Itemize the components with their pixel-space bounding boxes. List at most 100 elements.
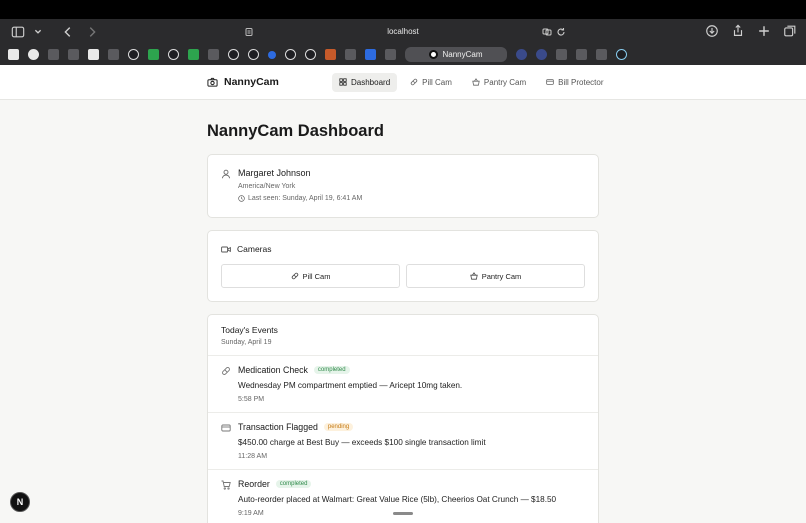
events-heading: Today's Events: [221, 325, 278, 335]
tab-favicon[interactable]: [516, 49, 527, 60]
tab-favicon[interactable]: [208, 49, 219, 60]
toolbar-right-buttons: [704, 23, 798, 39]
pantry-cam-button[interactable]: Pantry Cam: [406, 264, 585, 288]
cart-icon: [221, 480, 231, 490]
clock-icon: [238, 195, 245, 202]
nav-label: Pill Cam: [422, 77, 452, 87]
credit-card-icon: [546, 79, 554, 85]
status-badge: completed: [313, 366, 350, 374]
user-icon: [222, 169, 230, 179]
back-arrow-icon[interactable]: [60, 24, 76, 40]
event-item: Reorder completed Auto-reorder placed at…: [208, 470, 598, 523]
screen-top-bar: [0, 0, 806, 19]
brand-name: NannyCam: [224, 76, 279, 88]
tab-favicon[interactable]: [576, 49, 587, 60]
tab-favicon[interactable]: [128, 49, 139, 60]
nav-bill-protector[interactable]: Bill Protector: [539, 73, 610, 92]
tab-favicon[interactable]: [108, 49, 119, 60]
tab-favicon[interactable]: [188, 49, 199, 60]
nav-label: Dashboard: [351, 77, 391, 87]
nav-dashboard[interactable]: Dashboard: [332, 72, 398, 92]
last-seen: Last seen: Sunday, April 19, 6:41 AM: [238, 195, 362, 202]
github-icon[interactable]: [228, 49, 239, 60]
new-tab-icon[interactable]: [756, 23, 772, 39]
nextjs-dev-button[interactable]: N: [10, 492, 30, 512]
event-item: Medication Check completed Wednesday PM …: [208, 356, 598, 413]
basket-icon: [472, 78, 480, 86]
events-header: Today's Events Sunday, April 19: [208, 315, 598, 356]
pill-icon: [410, 78, 418, 86]
address-bar[interactable]: localhost: [240, 22, 566, 41]
tab-favicon[interactable]: [268, 50, 276, 59]
translate-icon[interactable]: [542, 27, 552, 37]
sidebar-toggle-icon[interactable]: [10, 24, 26, 40]
events-card: Today's Events Sunday, April 19 Medicati…: [207, 314, 599, 523]
event-description: $450.00 charge at Best Buy — exceeds $10…: [238, 438, 486, 447]
github-icon[interactable]: [285, 49, 296, 60]
page-title: NannyCam Dashboard: [207, 122, 384, 140]
tab-favicon[interactable]: [556, 49, 567, 60]
tab-favicon[interactable]: [616, 49, 627, 60]
tab-favicon[interactable]: [8, 49, 19, 60]
tab-favicon[interactable]: [536, 49, 547, 60]
patient-name: Margaret Johnson: [238, 168, 311, 178]
tab-favicon[interactable]: [148, 49, 159, 60]
github-icon[interactable]: [305, 49, 316, 60]
browser-toolbar: localhost: [0, 19, 806, 44]
credit-card-icon: [221, 424, 231, 432]
pill-cam-label: Pill Cam: [302, 271, 331, 281]
event-title: Medication Check: [238, 365, 308, 375]
scroll-indicator: [393, 512, 413, 515]
cameras-header: Cameras: [221, 244, 585, 254]
profile-card: Margaret Johnson America/New York Last s…: [207, 154, 599, 218]
brand[interactable]: NannyCam: [207, 76, 279, 88]
camera-icon: [207, 77, 218, 87]
page-icon: [244, 27, 254, 37]
forward-arrow-icon[interactable]: [84, 24, 100, 40]
tab-favicon[interactable]: [345, 49, 356, 60]
status-badge: pending: [323, 423, 354, 431]
last-seen-text: Last seen: Sunday, April 19, 6:41 AM: [248, 195, 363, 202]
tab-bar: NannyCam: [0, 44, 806, 65]
events-date: Sunday, April 19: [221, 339, 272, 346]
tab-favicon[interactable]: [48, 49, 59, 60]
github-icon[interactable]: [168, 49, 179, 60]
main-content: NannyCam Dashboard Margaret Johnson Amer…: [207, 112, 599, 523]
download-icon[interactable]: [704, 23, 720, 39]
video-camera-icon: [221, 246, 231, 252]
nannycam-favicon-icon: [429, 50, 439, 59]
nav-label: Bill Protector: [558, 77, 604, 87]
basket-icon: [469, 272, 478, 280]
tab-overview-icon[interactable]: [782, 23, 798, 39]
reload-icon[interactable]: [556, 27, 566, 37]
cameras-card: Cameras Pill Cam Pantry Cam: [207, 230, 599, 302]
pill-cam-button[interactable]: Pill Cam: [221, 264, 400, 288]
tab-favicon[interactable]: [248, 49, 259, 60]
event-item: Transaction Flagged pending $450.00 char…: [208, 413, 598, 470]
tab-favicon[interactable]: [596, 49, 607, 60]
event-title: Reorder: [238, 479, 270, 489]
nav-label: Pantry Cam: [483, 77, 527, 87]
active-tab[interactable]: NannyCam: [405, 47, 507, 62]
tab-favicon[interactable]: [68, 49, 79, 60]
pill-icon: [222, 367, 230, 375]
nav-pill-cam[interactable]: Pill Cam: [403, 73, 459, 92]
pantry-cam-label: Pantry Cam: [481, 271, 522, 281]
event-title: Transaction Flagged: [238, 422, 318, 432]
tab-favicon[interactable]: [325, 49, 336, 60]
event-description: Wednesday PM compartment emptied — Arice…: [238, 381, 463, 390]
pill-icon: [291, 272, 298, 280]
tab-favicon[interactable]: [88, 49, 99, 60]
app-navbar: NannyCam Dashboard Pill Cam Pantry Cam B…: [0, 65, 806, 100]
patient-timezone: America/New York: [238, 183, 296, 190]
event-time: 5:58 PM: [238, 396, 265, 403]
tab-favicon[interactable]: [385, 49, 396, 60]
status-badge: completed: [275, 480, 312, 488]
chevron-down-icon[interactable]: [30, 24, 46, 40]
tab-favicon[interactable]: [365, 49, 376, 60]
nav-pantry-cam[interactable]: Pantry Cam: [465, 73, 533, 92]
share-icon[interactable]: [730, 23, 746, 39]
tab-favicon[interactable]: [28, 49, 39, 60]
cameras-heading: Cameras: [237, 244, 272, 254]
grid-icon: [339, 78, 347, 86]
